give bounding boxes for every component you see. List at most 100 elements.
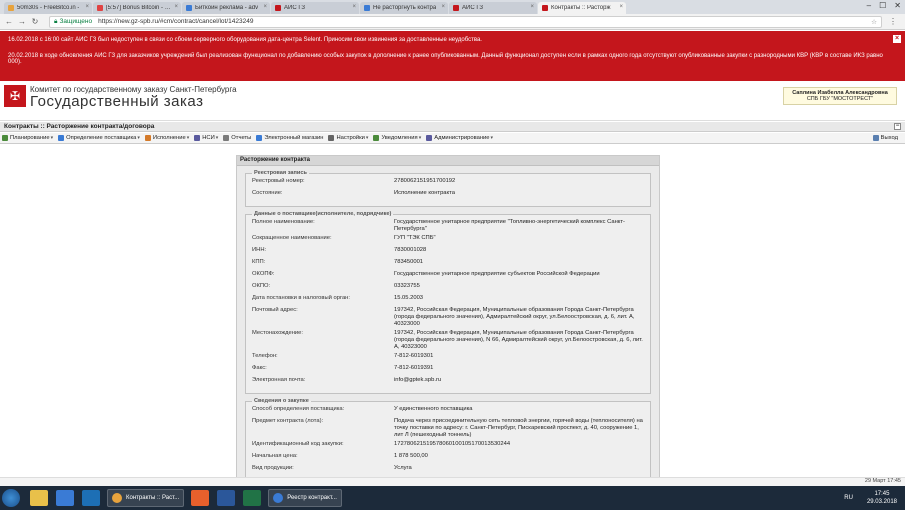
- maximize-icon[interactable]: ☐: [879, 1, 886, 10]
- menu-item[interactable]: Исполнение ▾: [144, 135, 189, 141]
- field-value: Подача через присоединительную сеть тепл…: [394, 418, 643, 438]
- menu-item-icon: [256, 135, 263, 141]
- form-row: Местонахождение: 197342, Российская Федер…: [252, 330, 644, 351]
- field-label: ИНН:: [252, 247, 267, 253]
- site-header: ✠ Комитет по государственному заказу Сан…: [0, 81, 905, 121]
- browser-tab[interactable]: Контракты :: Расторж ×: [538, 2, 626, 14]
- menu-item-icon: [144, 135, 151, 141]
- clock[interactable]: 17:45 29.03.2018: [867, 490, 897, 506]
- browser-tab[interactable]: Биткоин реклама - adv ×: [182, 2, 270, 14]
- tab-label: Контракты :: Расторж: [551, 5, 611, 11]
- taskbar-task-label: Реестр контракт...: [287, 495, 337, 501]
- field-label: Сокращенное наименование:: [252, 235, 332, 241]
- taskbar-task-button[interactable]: Контракты :: Раст...: [107, 489, 185, 507]
- content-area: Расторжение контракта Реестровая запись …: [0, 145, 905, 477]
- menu-item[interactable]: Планирование ▾: [2, 135, 53, 141]
- taskbar-app-icon[interactable]: [82, 490, 100, 506]
- browser-tab[interactable]: АИС ГЗ ×: [449, 2, 537, 14]
- field-label: Реестровый номер:: [252, 178, 305, 184]
- taskbar-task-button[interactable]: Реестр контракт...: [268, 489, 342, 507]
- field-label: Полное наименование:: [252, 219, 315, 225]
- browser-tab[interactable]: [5:57] Bonus Bitcoin - adb ×: [93, 2, 181, 14]
- collapse-icon[interactable]: −: [894, 123, 901, 130]
- field-label: КПП:: [252, 259, 266, 265]
- browser-icon: [112, 493, 122, 503]
- field-value: 7830001028: [394, 247, 427, 253]
- menu-item-label: Администрирование: [434, 135, 490, 141]
- menu-item[interactable]: Уведомления ▾: [373, 135, 421, 141]
- menu-item[interactable]: Электронный магазин: [256, 135, 323, 141]
- tab-label: [5:57] Bonus Bitcoin - adb: [106, 5, 174, 11]
- minimize-icon[interactable]: –: [867, 1, 871, 10]
- tab-label: Биткоин реклама - adv: [195, 5, 259, 11]
- purchase-legend: Сведения о закупке: [254, 398, 309, 404]
- tab-close-icon[interactable]: ×: [352, 4, 356, 10]
- supplier-legend: Данные о поставщике(исполнителе, подрядч…: [254, 211, 392, 217]
- browser-tab[interactable]: 50m30s - FreeBitco.in - ×: [4, 2, 92, 14]
- field-value: Государственное унитарное предприятие су…: [394, 271, 600, 277]
- taskbar-app-icon[interactable]: [243, 490, 262, 506]
- tab-close-icon[interactable]: ×: [263, 4, 267, 10]
- taskbar-app-icon[interactable]: [30, 490, 48, 506]
- menu-item[interactable]: Определение поставщика ▾: [58, 135, 140, 141]
- field-value: 7-812-6019391: [394, 365, 434, 371]
- field-value: info@gptek.spb.ru: [394, 377, 442, 383]
- menu-item[interactable]: Администрирование ▾: [426, 135, 493, 141]
- user-box[interactable]: Саплина Изабелла Александровна СПБ ГБУ "…: [783, 87, 897, 105]
- url-input[interactable]: 🔒︎ Защищено https://new.gz-spb.ru/#cm/co…: [49, 15, 882, 28]
- tab-close-icon[interactable]: ×: [619, 4, 623, 10]
- main-menu: Планирование ▾ Определение поставщика ▾ Испо…: [0, 133, 905, 144]
- field-value: Государственное унитарное предприятие "Т…: [394, 219, 625, 232]
- status-date: 29 Март 17:45: [864, 478, 901, 484]
- supplier-fieldset: Данные о поставщике(исполнителе, подрядч…: [245, 211, 651, 394]
- start-button-icon[interactable]: [2, 489, 20, 507]
- registry-fieldset: Реестровая запись Реестровый номер: 27800…: [245, 170, 651, 207]
- form-row: Почтовый адрес: 197342, Российская Федера…: [252, 307, 644, 328]
- bookmark-star-icon[interactable]: ☆: [871, 18, 877, 26]
- menu-item[interactable]: Настройки ▾: [328, 135, 368, 141]
- taskbar-app-icon[interactable]: [56, 490, 74, 506]
- back-icon[interactable]: ←: [4, 17, 14, 26]
- reload-icon[interactable]: ↻: [30, 17, 40, 26]
- user-org: СПБ ГБУ "МОСТОТРЕСТ": [806, 96, 874, 102]
- menu-item[interactable]: НСИ ▾: [194, 135, 218, 141]
- close-icon[interactable]: ✕: [894, 1, 901, 10]
- field-value: ГУП "ТЭК СПБ": [394, 235, 436, 241]
- browser-tabstrip: 50m30s - FreeBitco.in - × [5:57] Bonus Bit…: [0, 0, 905, 14]
- menu-dots-icon[interactable]: ⋮: [888, 17, 898, 26]
- field-value: 783450001: [394, 259, 424, 265]
- tab-label: АИС ГЗ: [462, 5, 484, 11]
- alert-close-icon[interactable]: ×: [893, 35, 901, 43]
- form-row: Электронная почта: info@gptek.spb.ru: [252, 377, 644, 387]
- tab-close-icon[interactable]: ×: [174, 4, 178, 10]
- taskbar-app-icon[interactable]: [191, 490, 210, 506]
- chevron-down-icon: ▾: [50, 135, 54, 141]
- field-value: 7-812-6019301: [394, 353, 434, 359]
- cancel-contract-panel: Расторжение контракта Реестровая запись …: [236, 155, 660, 477]
- tab-close-icon[interactable]: ×: [530, 4, 534, 10]
- secure-label: Защищено: [59, 18, 93, 25]
- status-bar: 29 Март 17:45: [0, 477, 905, 486]
- tab-favicon-icon: [186, 5, 192, 11]
- tab-favicon-icon: [453, 5, 459, 11]
- forward-icon[interactable]: →: [17, 17, 27, 26]
- menu-item-label: НСИ: [202, 135, 215, 141]
- browser-tab[interactable]: АИС ГЗ ×: [271, 2, 359, 14]
- taskbar-task-label: Контракты :: Раст...: [126, 495, 180, 501]
- tab-favicon-icon: [364, 5, 370, 11]
- field-label: Вид продукции:: [252, 465, 294, 471]
- exit-button[interactable]: Выход: [872, 135, 898, 141]
- chevron-down-icon: ▾: [418, 135, 422, 141]
- tab-close-icon[interactable]: ×: [441, 4, 445, 10]
- form-row: Факс: 7-812-6019391: [252, 365, 644, 375]
- form-row: Реестровый номер: 2780062151951700192: [252, 178, 644, 188]
- browser-tab[interactable]: Не расторгнуть контра ×: [360, 2, 448, 14]
- field-value: 2780062151951700192: [394, 178, 456, 184]
- menu-item-icon: [223, 135, 230, 141]
- taskbar-app-icon[interactable]: [217, 490, 236, 506]
- menu-item-icon: [58, 135, 65, 141]
- menu-item[interactable]: Отчеты: [223, 135, 251, 141]
- field-value: У единственного поставщика: [394, 406, 473, 412]
- language-indicator[interactable]: RU: [844, 495, 853, 501]
- tab-close-icon[interactable]: ×: [85, 4, 89, 10]
